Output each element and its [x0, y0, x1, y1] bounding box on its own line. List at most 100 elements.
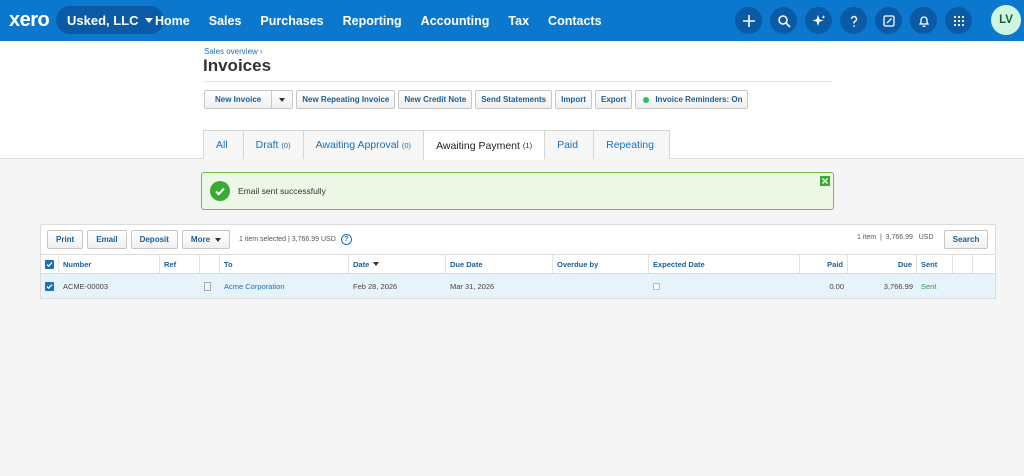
cell-due-date: Mar 31, 2026 — [450, 281, 495, 291]
print-button[interactable]: Print — [47, 230, 84, 249]
search-button[interactable]: Search — [944, 230, 988, 249]
tab-label: Repeating — [606, 139, 654, 151]
invoice-list-panel: Print Email Deposit More 1 item selected… — [40, 224, 996, 299]
help-icon[interactable]: ? — [340, 234, 352, 245]
invoice-reminders-button[interactable]: Invoice Reminders: On — [635, 90, 749, 109]
col-overdue-by[interactable]: Overdue by — [553, 255, 649, 273]
cell-to[interactable]: Acme Corporation — [220, 274, 349, 298]
tab-label: All — [216, 139, 228, 151]
apps-grid-icon[interactable] — [945, 7, 972, 34]
cell-attachment — [200, 274, 220, 298]
tab-label: Awaiting Payment — [436, 139, 520, 152]
nav-accounting[interactable]: Accounting — [421, 0, 490, 41]
page-header: Sales overview › Invoices New Invoice Ne… — [0, 41, 1024, 160]
cell-paid: 0.00 — [829, 281, 844, 291]
nav-contacts[interactable]: Contacts — [548, 0, 601, 41]
tab-awaiting-approval[interactable]: Awaiting Approval (0) — [302, 130, 424, 159]
check-circle-icon — [210, 181, 230, 201]
new-invoice-dropdown[interactable] — [272, 91, 292, 108]
new-credit-note-button[interactable]: New Credit Note — [398, 90, 473, 109]
divider — [203, 81, 833, 82]
tab-awaiting-payment[interactable]: Awaiting Payment (1) — [423, 130, 545, 160]
avatar[interactable]: LV — [991, 5, 1021, 35]
col-expected-date[interactable]: Expected Date — [649, 255, 800, 273]
xero-logo[interactable]: xero — [9, 9, 50, 32]
tab-label: Awaiting Approval — [315, 139, 399, 151]
col-due[interactable]: Due — [848, 255, 917, 273]
col-attachment — [200, 255, 220, 273]
col-ref[interactable]: Ref — [160, 255, 200, 273]
new-repeating-invoice-button[interactable]: New Repeating Invoice — [296, 90, 396, 109]
new-invoice-button-group: New Invoice — [204, 90, 294, 109]
tab-repeating[interactable]: Repeating — [593, 130, 670, 159]
list-actions: Print Email Deposit More — [47, 230, 231, 249]
tab-count: (0) — [401, 140, 412, 150]
notes-icon[interactable] — [875, 7, 902, 34]
more-label: More — [190, 235, 211, 244]
invoice-toolbar: New Invoice New Repeating Invoice New Cr… — [204, 90, 749, 109]
help-icon[interactable] — [840, 7, 867, 34]
nav-sales[interactable]: Sales — [209, 0, 242, 41]
more-button[interactable]: More — [181, 230, 231, 249]
cell-expected-date[interactable] — [649, 274, 800, 298]
col-spacer — [973, 255, 995, 273]
cell-ref — [160, 274, 200, 298]
invoice-status-tabs: All Draft (0) Awaiting Approval (0) Awaiti… — [203, 130, 670, 160]
deposit-button[interactable]: Deposit — [130, 230, 178, 249]
selection-info: 1 item selected | 3,766.99 USD — [239, 236, 336, 243]
cell-sent: Sent — [921, 281, 937, 291]
export-button[interactable]: Export — [594, 90, 633, 109]
cell-overdue-by — [553, 274, 649, 298]
success-alert: Email sent successfully — [201, 172, 834, 210]
col-sent[interactable]: Sent — [917, 255, 953, 273]
col-due-date[interactable]: Due Date — [446, 255, 553, 273]
col-paid[interactable]: Paid — [800, 255, 848, 273]
alert-message: Email sent successfully — [238, 186, 326, 196]
col-date-label: Date — [353, 259, 370, 269]
document-icon — [204, 281, 211, 291]
tab-count: (1) — [522, 141, 533, 150]
row-checkbox[interactable] — [41, 274, 59, 298]
expected-date-icon — [653, 282, 660, 290]
total-summary: 1 item | 3,766.99 USD — [857, 234, 934, 241]
search-icon[interactable] — [770, 7, 797, 34]
nav-home[interactable]: Home — [155, 0, 190, 41]
status-dot-icon — [643, 96, 650, 103]
table-header: Number Ref To Date Due Date Overdue by E… — [41, 254, 995, 274]
nav-reporting[interactable]: Reporting — [343, 0, 402, 41]
nav-purchases[interactable]: Purchases — [260, 0, 323, 41]
tab-paid[interactable]: Paid — [544, 130, 594, 159]
import-button[interactable]: Import — [555, 90, 592, 109]
col-spacer — [953, 255, 973, 273]
col-to[interactable]: To — [220, 255, 349, 273]
tab-all[interactable]: All — [203, 130, 243, 159]
cell-date: Feb 28, 2026 — [353, 281, 398, 291]
checkbox-checked-icon — [45, 281, 54, 291]
sort-desc-icon — [373, 262, 380, 266]
bell-icon[interactable] — [910, 7, 937, 34]
col-number[interactable]: Number — [59, 255, 160, 273]
breadcrumb[interactable]: Sales overview › — [204, 47, 263, 56]
cell-number: ACME-00003 — [63, 281, 109, 291]
nav-tax[interactable]: Tax — [508, 0, 529, 41]
sparkle-icon[interactable] — [805, 7, 832, 34]
top-nav: xero Usked, LLC Home Sales Purchases Rep… — [0, 0, 1024, 41]
organisation-name: Usked, LLC — [67, 12, 139, 28]
plus-icon[interactable] — [735, 7, 762, 34]
cell-due: 3,766.99 — [883, 281, 913, 291]
tab-draft[interactable]: Draft (0) — [242, 130, 303, 159]
new-invoice-button[interactable]: New Invoice — [205, 91, 273, 108]
select-all-checkbox[interactable] — [41, 255, 59, 273]
caret-down-icon — [215, 237, 222, 242]
col-date[interactable]: Date — [349, 255, 446, 273]
email-button[interactable]: Email — [87, 230, 127, 249]
send-statements-button[interactable]: Send Statements — [475, 90, 553, 109]
organisation-switcher[interactable]: Usked, LLC — [56, 6, 164, 34]
table-row[interactable]: ACME-00003 Acme Corporation Feb 28, 2026… — [41, 274, 995, 298]
selection-summary: 1 item selected | 3,766.99 USD ? — [239, 234, 352, 245]
close-icon[interactable] — [820, 176, 830, 186]
tab-label: Draft — [255, 139, 279, 151]
invoice-reminders-label: Invoice Reminders: On — [655, 95, 743, 104]
page-title: Invoices — [203, 56, 272, 75]
caret-down-icon — [279, 97, 286, 102]
